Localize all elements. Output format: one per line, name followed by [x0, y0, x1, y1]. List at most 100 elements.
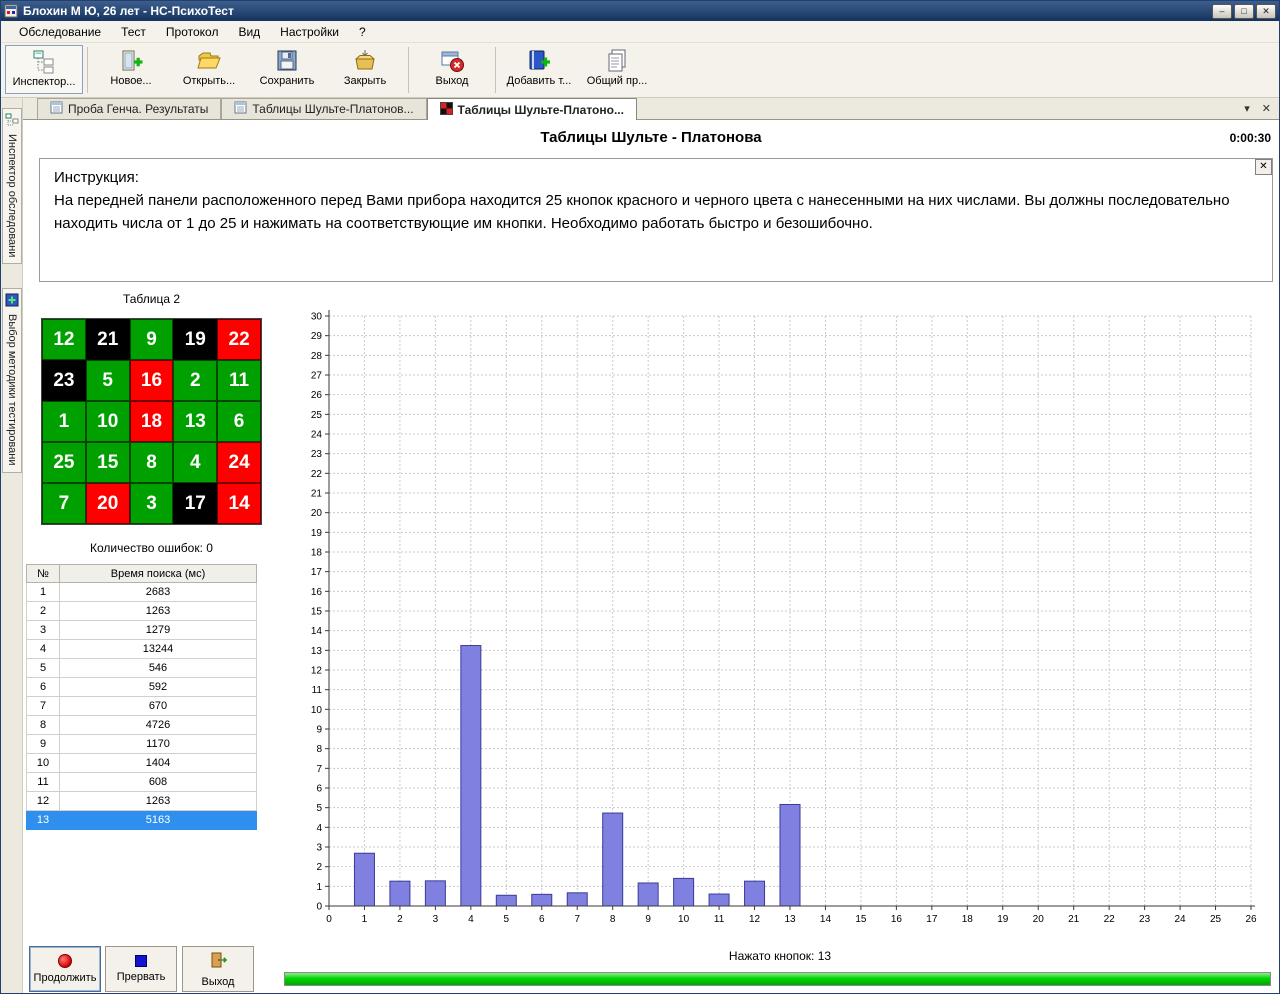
svg-text:22: 22: [1104, 914, 1116, 925]
menu-obsledovanie[interactable]: Обследование: [9, 22, 111, 42]
tab-close-icon[interactable]: ✕: [1262, 102, 1271, 115]
new-exam-icon: [117, 47, 145, 75]
menu-vid[interactable]: Вид: [228, 22, 270, 42]
schulte-cell-17[interactable]: 17: [173, 483, 218, 524]
schulte-cell-10[interactable]: 10: [85, 401, 130, 442]
close-button[interactable]: ✕: [1256, 3, 1276, 19]
exit-door-icon: [209, 951, 228, 972]
schulte-cell-12[interactable]: 12: [42, 319, 86, 360]
dock-strip: Инспектор обследовани Выбор методики тес…: [1, 98, 23, 993]
schulte-cell-25[interactable]: 25: [42, 442, 86, 483]
schulte-cell-20[interactable]: 20: [85, 483, 130, 524]
result-row[interactable]: 2 1263: [26, 601, 257, 621]
instruction-close-button[interactable]: ✕: [1255, 159, 1272, 175]
result-row[interactable]: 10 1404: [26, 753, 257, 773]
schulte-cell-16[interactable]: 16: [129, 360, 174, 401]
schulte-cell-4[interactable]: 4: [173, 442, 218, 483]
result-row[interactable]: 12 1263: [26, 791, 257, 811]
svg-text:18: 18: [962, 914, 974, 925]
svg-text:3: 3: [433, 914, 439, 925]
interrupt-button[interactable]: Прервать: [105, 946, 177, 992]
svg-text:20: 20: [311, 508, 323, 519]
svg-text:12: 12: [749, 914, 761, 925]
svg-text:5: 5: [316, 803, 322, 814]
svg-text:25: 25: [311, 410, 323, 421]
continue-button[interactable]: Продолжить: [29, 946, 101, 992]
toolbar-add-test-button[interactable]: Добавить т...: [500, 45, 578, 94]
schulte-cell-14[interactable]: 14: [217, 483, 261, 524]
sidebar-tab-inspector[interactable]: Инспектор обследовани: [2, 108, 22, 265]
sidebar-tab-method-select[interactable]: Выбор методики тестировани: [2, 288, 22, 473]
result-row[interactable]: 11 608: [26, 772, 257, 792]
schulte-cell-23[interactable]: 23: [42, 360, 86, 401]
result-row[interactable]: 6 592: [26, 677, 257, 697]
schulte-cell-3[interactable]: 3: [129, 483, 174, 524]
results-table: № Время поиска (мс) 1 2683 2 1263 3 1279 4 1324…: [26, 564, 257, 830]
result-row[interactable]: 1 2683: [26, 582, 257, 602]
schulte-cell-8[interactable]: 8: [129, 442, 174, 483]
schulte-cell-13[interactable]: 13: [173, 401, 218, 442]
add-test-icon: [525, 47, 553, 75]
timer: 0:00:30: [1229, 131, 1271, 145]
schulte-cell-24[interactable]: 24: [217, 442, 261, 483]
record-red-circle-icon: [58, 954, 72, 968]
schulte-cell-9[interactable]: 9: [129, 319, 174, 360]
result-row[interactable]: 3 1279: [26, 620, 257, 640]
svg-text:16: 16: [311, 587, 323, 598]
schulte-cell-5[interactable]: 5: [85, 360, 130, 401]
result-row[interactable]: 9 1170: [26, 734, 257, 754]
result-row[interactable]: 13 5163: [26, 810, 257, 830]
svg-text:23: 23: [311, 449, 323, 460]
maximize-button[interactable]: □: [1234, 3, 1254, 19]
page-title: Таблицы Шульте - Платонова: [540, 129, 762, 146]
toolbar-protocol-button[interactable]: Общий пр...: [578, 45, 656, 94]
tab-proba-gencha[interactable]: Проба Генча. Результаты: [37, 98, 222, 119]
menu-test[interactable]: Тест: [111, 22, 156, 42]
toolbar-new-button[interactable]: Новое...: [92, 45, 170, 94]
toolbar-separator: [408, 47, 409, 93]
result-row[interactable]: 7 670: [26, 696, 257, 716]
toolbar-close-button[interactable]: Закрыть: [326, 45, 404, 94]
result-row[interactable]: 8 4726: [26, 715, 257, 735]
column-header-time: Время поиска (мс): [59, 564, 257, 583]
schulte-cell-22[interactable]: 22: [217, 319, 261, 360]
document-tabbar: Проба Генча. Результаты Таблицы Шульте-П…: [23, 98, 1279, 120]
schulte-cell-7[interactable]: 7: [42, 483, 86, 524]
tab-schulte-results[interactable]: Таблицы Шульте-Платонов...: [221, 98, 427, 119]
tab-schulte-test-active[interactable]: Таблицы Шульте-Платоно...: [426, 98, 637, 120]
schulte-cell-6[interactable]: 6: [217, 401, 261, 442]
results-table-header: № Время поиска (мс): [26, 564, 257, 583]
schulte-cell-18[interactable]: 18: [129, 401, 174, 442]
svg-text:26: 26: [311, 390, 323, 401]
schulte-cell-1[interactable]: 1: [42, 401, 86, 442]
svg-text:4: 4: [316, 823, 322, 834]
menu-help[interactable]: ?: [349, 22, 376, 42]
method-select-icon: [5, 293, 19, 310]
schulte-cell-21[interactable]: 21: [85, 319, 130, 360]
schulte-cell-15[interactable]: 15: [85, 442, 130, 483]
toolbar-save-button[interactable]: Сохранить: [248, 45, 326, 94]
schulte-cell-11[interactable]: 11: [217, 360, 261, 401]
svg-text:24: 24: [311, 430, 323, 441]
svg-text:28: 28: [311, 351, 323, 362]
toolbar-open-button[interactable]: Открыть...: [170, 45, 248, 94]
result-row[interactable]: 4 13244: [26, 639, 257, 659]
svg-text:24: 24: [1175, 914, 1187, 925]
svg-text:17: 17: [311, 567, 323, 578]
schulte-cell-2[interactable]: 2: [173, 360, 218, 401]
bar-chart: 0 1 2 3 4 5 6 7 8 9 10 11 12 13 14 15 16…: [311, 310, 1257, 925]
menu-protokol[interactable]: Протокол: [156, 22, 229, 42]
result-row[interactable]: 5 546: [26, 658, 257, 678]
menu-nastroyki[interactable]: Настройки: [270, 22, 349, 42]
exit-button[interactable]: Выход: [182, 946, 254, 992]
schulte-cell-19[interactable]: 19: [173, 319, 218, 360]
inspector-icon: [30, 48, 58, 76]
progress-fill: [285, 973, 1270, 985]
svg-text:5: 5: [504, 914, 510, 925]
minimize-button[interactable]: –: [1212, 3, 1232, 19]
toolbar-inspector-button[interactable]: Инспектор...: [5, 45, 83, 94]
tab-list-dropdown-icon[interactable]: ▾: [1244, 102, 1250, 115]
toolbar-exit-button[interactable]: Выход: [413, 45, 491, 94]
toolbar-separator: [495, 47, 496, 93]
svg-text:6: 6: [316, 784, 322, 795]
